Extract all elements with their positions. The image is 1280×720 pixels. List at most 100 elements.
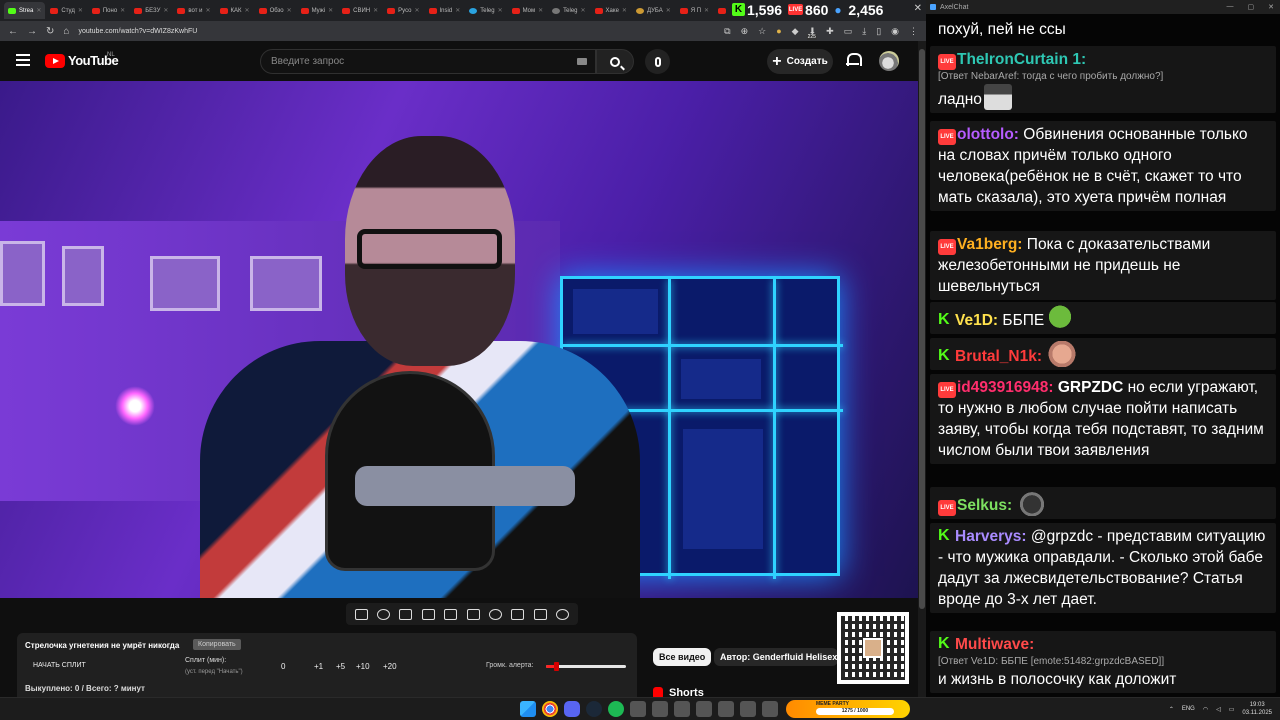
minimize-icon[interactable]: — <box>1227 3 1234 11</box>
close-icon[interactable]: ✕ <box>1268 3 1274 11</box>
chat-username[interactable]: Multiwave: <box>955 636 1034 653</box>
browser-tab[interactable]: Хаке ✕ <box>591 2 631 19</box>
wifi-icon[interactable]: ◠ <box>1203 706 1208 713</box>
chat-username[interactable]: Harverys: <box>955 528 1027 545</box>
downloads-icon[interactable]: ⬇ 225 <box>806 26 817 40</box>
chip-all-videos[interactable]: Все видео <box>653 648 712 666</box>
browser-tab[interactable]: Strea ✕ <box>4 2 46 19</box>
volume-icon[interactable]: ◁ <box>1216 706 1221 713</box>
discord-icon[interactable] <box>564 701 580 717</box>
tab-close-icon[interactable]: ✕ <box>414 7 419 14</box>
clock[interactable]: 19:03 03.11.2025 <box>1242 701 1272 717</box>
scrollbar-thumb[interactable] <box>919 49 925 609</box>
tray-chevron-icon[interactable]: ⌃ <box>1169 706 1174 713</box>
chrome-icon[interactable] <box>542 701 558 717</box>
settings-gear-icon[interactable] <box>556 608 570 620</box>
add-20-button[interactable]: +20 <box>383 662 397 671</box>
kebab-menu-icon[interactable]: ⋮ <box>909 26 918 37</box>
tab-close-icon[interactable]: ✕ <box>666 7 671 14</box>
add-5-button[interactable]: +5 <box>336 662 345 671</box>
home-icon[interactable]: ⌂ <box>63 26 69 37</box>
browser-tab[interactable]: Мом ✕ <box>508 2 548 19</box>
app-icon[interactable] <box>674 701 690 717</box>
add-10-button[interactable]: +10 <box>356 662 370 671</box>
browser-tab[interactable]: Я П ✕ <box>676 2 713 19</box>
steam-icon[interactable] <box>586 701 602 717</box>
browser-tab[interactable]: Русо ✕ <box>383 2 423 19</box>
profile-icon[interactable]: ◉ <box>891 26 899 37</box>
back-icon[interactable]: ← <box>8 26 18 37</box>
tab-close-icon[interactable]: ✕ <box>78 7 83 14</box>
tab-close-icon[interactable]: ✕ <box>622 7 627 14</box>
split-value-input[interactable]: 0 <box>281 662 285 671</box>
app-icon[interactable] <box>696 701 712 717</box>
tab-close-icon[interactable]: ✕ <box>373 7 378 14</box>
search-input[interactable]: Введите запрос <box>260 49 596 74</box>
app-icon[interactable] <box>652 701 668 717</box>
notifications-bell-icon[interactable] <box>846 53 862 67</box>
tab-close-icon[interactable]: ✕ <box>704 7 709 14</box>
chip-author[interactable]: Автор: Genderfluid Helisexual <box>714 648 838 666</box>
extension-icon[interactable]: ◆ <box>792 26 799 37</box>
meme-party-widget[interactable]: MEME PARTY 1275 / 1000 <box>786 700 910 718</box>
browser-tab[interactable]: Teleg ✕ <box>548 2 589 19</box>
tab-close-icon[interactable]: ✕ <box>328 7 333 14</box>
puzzle-icon[interactable]: ✚ <box>826 26 834 37</box>
page-scrollbar[interactable] <box>918 41 926 697</box>
tab-close-icon[interactable]: ✕ <box>287 7 292 14</box>
add-1-button[interactable]: +1 <box>314 662 323 671</box>
browser-tab[interactable]: КАК ✕ <box>216 2 254 19</box>
tab-close-icon[interactable]: ✕ <box>581 7 586 14</box>
spotify-icon[interactable] <box>608 701 624 717</box>
browser-tab[interactable]: ДУБА ✕ <box>632 2 675 19</box>
browser-tab[interactable]: вот и ✕ <box>173 2 214 19</box>
chat-username[interactable]: Selkus: <box>957 497 1012 514</box>
reload-icon[interactable]: ↻ <box>46 26 54 37</box>
split-icon[interactable]: ▯ <box>876 26 881 37</box>
browser-tab[interactable]: Мужі ✕ <box>297 2 338 19</box>
subtitle-icon[interactable] <box>466 608 480 620</box>
battery-icon[interactable]: ▭ <box>1229 706 1235 713</box>
browser-tab[interactable]: Insid ✕ <box>425 2 465 19</box>
zoom-icon[interactable]: ⊕ <box>741 26 749 37</box>
tab-close-icon[interactable]: ✕ <box>36 7 41 14</box>
create-button[interactable]: + Создать <box>767 49 833 74</box>
tab-close-icon[interactable]: ✕ <box>498 7 503 14</box>
tab-close-icon[interactable]: ✕ <box>538 7 543 14</box>
browser-tab[interactable]: Студ ✕ <box>46 2 86 19</box>
alert-volume-handle[interactable] <box>553 662 559 671</box>
app-icon[interactable] <box>762 701 778 717</box>
app-icon[interactable] <box>718 701 734 717</box>
chat-username[interactable]: olottolo: <box>957 126 1019 143</box>
keyboard-icon[interactable] <box>577 58 587 65</box>
hamburger-menu-icon[interactable] <box>16 54 30 66</box>
chat-username[interactable]: TheIronCurtain 1: <box>957 51 1086 68</box>
browser-tab[interactable]: БЕЗУ ✕ <box>130 2 172 19</box>
install-icon[interactable]: ⧉ <box>724 26 730 37</box>
sidebar-icon[interactable]: ▭ <box>844 26 853 37</box>
url-field[interactable]: youtube.com/watch?v=dWIZ8zKwhFU <box>78 28 715 35</box>
forward-icon[interactable]: → <box>27 26 37 37</box>
chat-username[interactable]: Brutal_N1k: <box>955 348 1042 365</box>
video-player[interactable] <box>0 81 918 598</box>
app-icon[interactable] <box>740 701 756 717</box>
start-menu-icon[interactable] <box>520 701 536 717</box>
tab-close-icon[interactable]: ✕ <box>163 7 168 14</box>
maximize-icon[interactable]: ▢ <box>1248 3 1255 11</box>
voice-search-button[interactable] <box>645 49 670 74</box>
camera-icon[interactable] <box>533 608 547 620</box>
broadcast-icon[interactable] <box>377 608 391 620</box>
crop-icon[interactable] <box>444 608 458 620</box>
add-box-icon[interactable] <box>511 608 525 620</box>
app-icon[interactable] <box>630 701 646 717</box>
chat-username[interactable]: Va1berg: <box>957 236 1022 253</box>
start-split-button[interactable]: НАЧАТЬ СПЛИТ <box>33 662 86 669</box>
pip-icon[interactable] <box>399 608 413 620</box>
speed-icon[interactable] <box>489 608 503 620</box>
tab-close-icon[interactable]: ✕ <box>120 7 125 14</box>
loop-icon[interactable] <box>354 608 368 620</box>
bookmark-star-icon[interactable]: ☆ <box>758 26 766 37</box>
browser-tab[interactable]: Teleg ✕ <box>465 2 506 19</box>
copy-button[interactable]: Копировать <box>193 639 241 650</box>
extension-dot-icon[interactable]: ● <box>776 26 781 36</box>
